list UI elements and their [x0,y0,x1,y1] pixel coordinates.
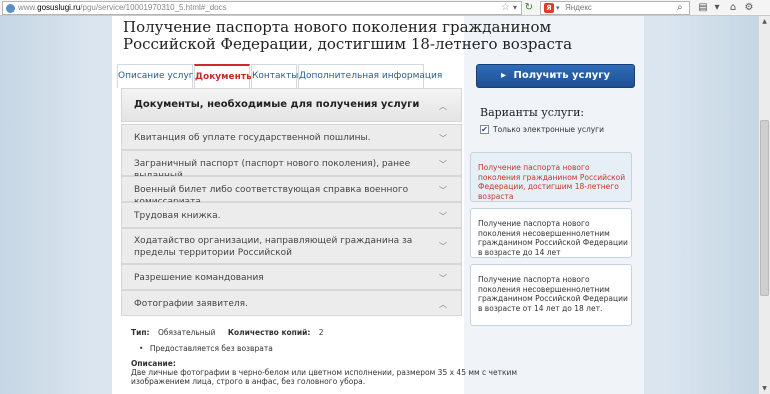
description-label: Описание: [131,359,176,368]
document-item-label: Квитанция об уплате государственной пошл… [134,133,371,143]
chevron-up-icon[interactable]: ︿ [439,299,447,310]
bookmarks-menu-icon[interactable]: ▤ [696,1,710,15]
variant-14-to-18[interactable]: Получение паспорта нового поколения несо… [470,264,632,326]
document-item-label: Разрешение командования [134,273,264,283]
tab-contacts[interactable]: Контакты [251,64,298,88]
tab-additional-info[interactable]: Дополнительная информация [298,64,442,88]
checkmark-icon: ✔ [481,125,488,134]
variant-under-14[interactable]: Получение паспорта нового поколения несо… [470,208,632,258]
scroll-down-arrow-icon[interactable]: ▼ [759,383,770,394]
tab-documents[interactable]: Документы [194,64,254,88]
site-globe-icon [6,4,15,13]
variant-text: Получение паспорта нового поколения несо… [478,275,628,313]
play-arrow-icon: ▸ [500,70,506,81]
documents-heading-title: Документы, необходимые для получения усл… [134,99,420,110]
address-bar[interactable]: www.gosuslugi.ru/pgu/service/10001970310… [2,1,522,15]
get-service-label: Получить услугу [513,70,611,81]
document-item-label: Фотографии заявителя. [134,299,248,309]
documents-heading[interactable]: Документы, необходимые для получения усл… [121,88,462,122]
variant-text: Получение паспорта нового поколения несо… [478,219,628,257]
chevron-down-icon[interactable]: ﹀ [439,133,447,144]
scroll-thumb[interactable] [760,120,769,296]
copies-label: Количество копий: [227,328,311,337]
tab-description[interactable]: Описание услуги [117,64,199,88]
settings-icon[interactable]: ⚙ [742,1,756,15]
home-icon[interactable]: ⌂ [726,1,740,15]
variant-text: Получение паспорта нового поколения граж… [478,163,626,201]
search-box[interactable]: Я ▾ Яндекс ⌕ [540,1,690,15]
document-item-label: Ходатайство организации, направляющей гр… [134,236,413,258]
bookmarks-dropdown-icon[interactable]: ▾ [712,1,722,15]
document-item-photos[interactable]: Фотографии заявителя. ︿ [121,290,462,316]
chevron-down-icon[interactable]: ﹀ [439,273,447,284]
variants-title: Варианты услуги: [480,106,585,119]
browser-toolbar: www.gosuslugi.ru/pgu/service/10001970310… [0,0,770,16]
chevron-down-icon[interactable]: ﹀ [439,211,447,222]
chevron-down-icon[interactable]: ﹀ [439,241,447,252]
electronic-only-checkbox[interactable]: ✔ [480,125,489,134]
search-icon[interactable]: ⌕ [677,2,683,14]
vertical-scrollbar[interactable]: ▲ ▼ [758,16,770,394]
document-item-old-passport[interactable]: Заграничный паспорт (паспорт нового поко… [121,150,462,181]
url-text: www.gosuslugi.ru/pgu/service/10001970310… [18,3,227,12]
description-line-1: Две личные фотографии в черно-белом или … [131,368,518,377]
document-item-command-permission[interactable]: Разрешение командования ﹀ [121,264,462,290]
copies-value: 2 [318,328,324,337]
chevron-down-icon[interactable]: ﹀ [439,185,447,196]
document-item-fee-receipt[interactable]: Квитанция об уплате государственной пошл… [121,124,462,150]
refresh-icon[interactable]: ↻ [522,1,536,15]
bullet-icon: • [139,344,144,353]
document-item-organization-petition[interactable]: Ходатайство организации, направляющей гр… [121,228,462,264]
search-placeholder: Яндекс [565,3,592,12]
page-title: Получение паспорта нового поколения граж… [123,18,573,53]
search-engine-dropdown-icon[interactable]: ▾ [556,2,560,14]
document-item-work-book[interactable]: Трудовая книжка. ﹀ [121,202,462,228]
description-line-2: изображением лица, строго в анфас, без г… [131,377,366,386]
chevron-up-icon[interactable]: ︿ [439,101,447,112]
document-item-military-id[interactable]: Военный билет либо соответствующая справ… [121,176,462,207]
bookmark-star-icon[interactable]: ☆ [501,2,510,14]
scroll-up-arrow-icon[interactable]: ▲ [759,16,770,27]
chevron-down-icon[interactable]: ﹀ [439,159,447,170]
document-item-label: Трудовая книжка. [134,211,221,221]
type-label: Тип: [131,328,150,337]
variant-adult[interactable]: Получение паспорта нового поколения граж… [470,152,632,202]
type-value: Обязательный [157,328,216,337]
url-dropdown-icon[interactable]: ▾ [513,2,517,14]
yandex-logo-icon: Я [544,3,554,13]
return-note: Предоставляется без возврата [149,344,273,353]
get-service-button[interactable]: ▸ Получить услугу [476,64,635,88]
electronic-only-label: Только электронные услуги [493,125,604,134]
